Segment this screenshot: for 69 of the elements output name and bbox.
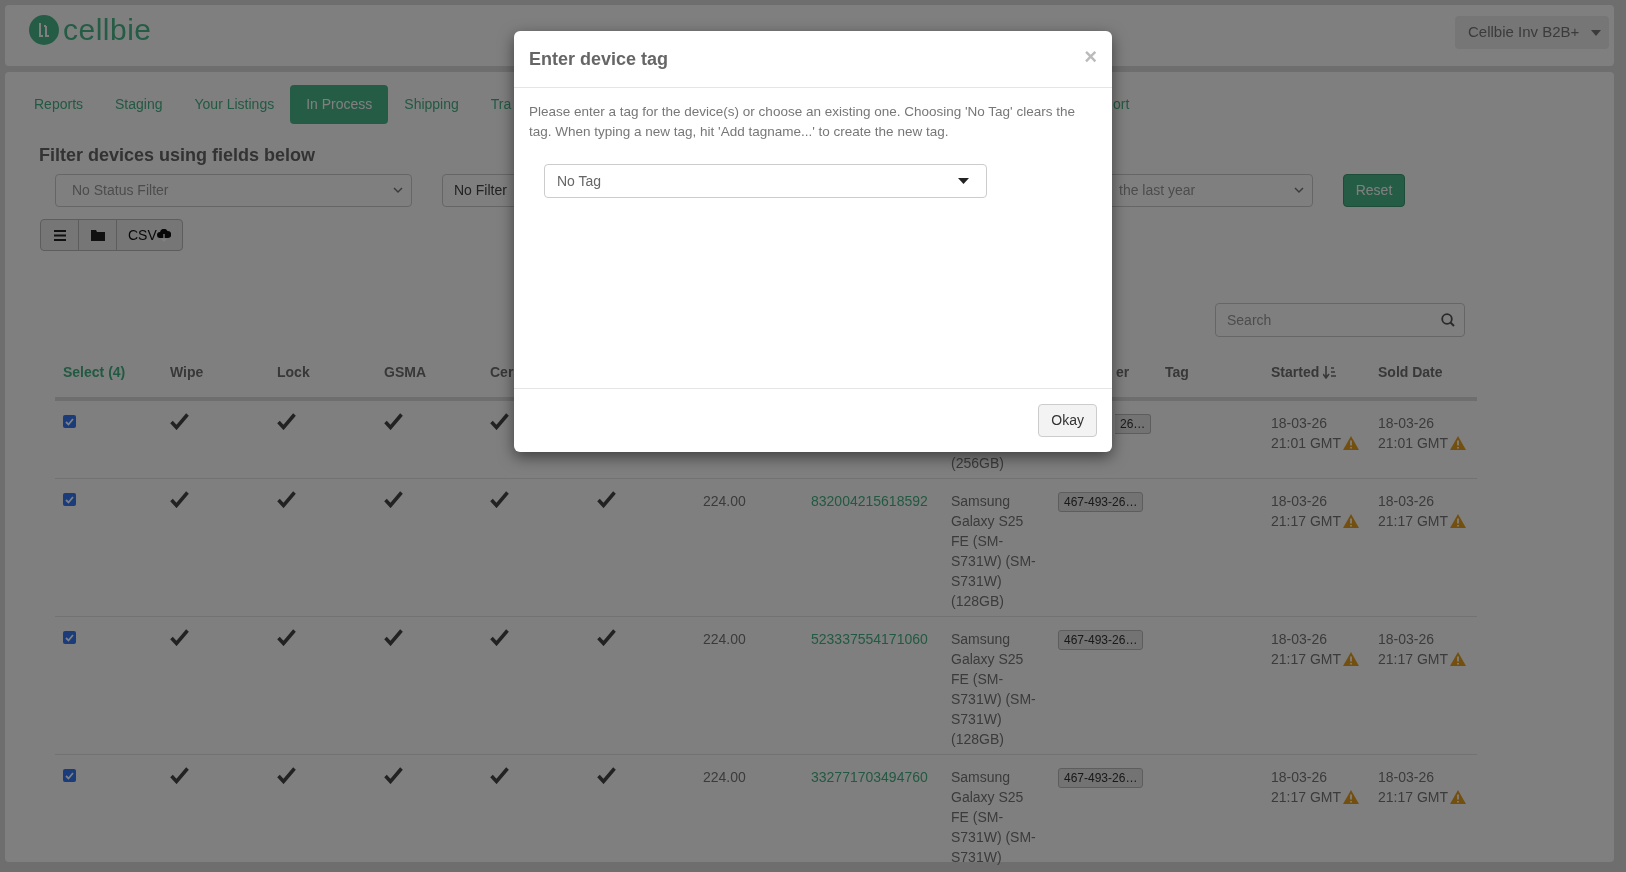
time-text: 21:01 GMT xyxy=(1378,435,1449,451)
time-text: 21:17 GMT xyxy=(1378,651,1449,667)
chevron-icon xyxy=(1294,187,1304,194)
date-text: 18-03-26 xyxy=(1271,630,1329,649)
logo-icon xyxy=(29,15,59,45)
okay-button[interactable]: Okay xyxy=(1038,404,1097,437)
model-text: Samsung Galaxy S25 FE (SM-S731W) (SM-S731W) xyxy=(951,768,1037,867)
column-header[interactable]: Select (4) xyxy=(63,362,126,383)
caret-icon xyxy=(958,178,969,184)
sort-icon[interactable] xyxy=(1323,366,1337,379)
row-checkbox[interactable] xyxy=(63,631,76,644)
nav-tab[interactable]: Staging xyxy=(99,85,179,124)
cloud-download-icon xyxy=(156,228,171,242)
column-header: Started xyxy=(1271,363,1320,382)
time-text: 21:17 GMT xyxy=(1271,513,1342,529)
model-text: (256GB) xyxy=(951,454,1005,473)
logo-text: cellbie xyxy=(63,15,152,45)
imei-link[interactable]: 523337554171060 xyxy=(811,631,928,647)
date-text: 18-03-26 xyxy=(1378,630,1436,649)
time-text: 21:17 GMT xyxy=(1271,789,1342,805)
date-text: 18-03-26 xyxy=(1378,492,1436,511)
reset-button[interactable]: Reset xyxy=(1343,174,1405,207)
date-text: 18-03-26 xyxy=(1378,414,1436,433)
modal-title: Enter device tag xyxy=(529,47,669,71)
tag-chip[interactable]: 467-493-26… xyxy=(1058,768,1144,788)
column-header: Wipe xyxy=(170,363,204,382)
date-text: 18-03-26 xyxy=(1378,768,1436,787)
filter-heading: Filter devices using fields below xyxy=(39,144,316,167)
menu-icon xyxy=(53,229,66,241)
account-dropdown[interactable]: Cellbie Inv B2B+ xyxy=(1455,16,1609,49)
imei-link[interactable]: 832004215618592 xyxy=(811,493,928,509)
price-text: 224.00 xyxy=(703,769,746,785)
time-text: 21:17 GMT xyxy=(1378,513,1449,529)
imei-link[interactable]: 332771703494760 xyxy=(811,769,928,785)
row-checkbox[interactable] xyxy=(63,493,76,506)
time-text: 21:01 GMT xyxy=(1271,435,1342,451)
time-text: 21:17 GMT xyxy=(1271,651,1342,667)
nav-tab[interactable]: Shipping xyxy=(388,85,475,124)
column-header: Lock xyxy=(277,363,310,382)
date-text: 18-03-26 xyxy=(1271,414,1329,433)
price-text: 224.00 xyxy=(703,631,746,647)
nav-tab[interactable]: In Process xyxy=(290,85,389,124)
nav-tab[interactable]: ort xyxy=(1113,85,1146,124)
model-text: Samsung Galaxy S25 FE (SM-S731W) (SM-S731W) (128GB) xyxy=(951,630,1037,749)
tag-select[interactable]: No Tag xyxy=(544,164,987,198)
search-icon xyxy=(1441,313,1455,327)
date-text: 18-03-26 xyxy=(1271,768,1329,787)
caret-icon xyxy=(1591,29,1601,36)
chevron-icon xyxy=(393,187,403,194)
time-text: 21:17 GMT xyxy=(1378,789,1449,805)
column-header: Cer xyxy=(490,363,514,382)
folder-icon xyxy=(90,229,105,241)
nav-tab[interactable]: Your Listings xyxy=(178,85,291,124)
tag-chip[interactable]: 26… xyxy=(1115,414,1152,434)
nav-tab[interactable]: Reports xyxy=(18,85,100,124)
nav-tab[interactable]: Tra xyxy=(474,85,528,124)
model-text: Samsung Galaxy S25 FE (SM-S731W) (SM-S731W) (128GB) xyxy=(951,492,1037,611)
row-checkbox[interactable] xyxy=(63,415,76,428)
tag-chip[interactable]: 467-493-26… xyxy=(1058,492,1144,512)
column-header: GSMA xyxy=(384,363,426,382)
row-checkbox[interactable] xyxy=(63,769,76,782)
tag-chip[interactable]: 467-493-26… xyxy=(1058,630,1144,650)
column-header: er xyxy=(1115,363,1130,382)
close-button[interactable]: × xyxy=(1084,46,1097,68)
date-text: 18-03-26 xyxy=(1271,492,1329,511)
price-text: 224.00 xyxy=(703,493,746,509)
column-header: Sold Date xyxy=(1378,363,1443,382)
column-header: Tag xyxy=(1165,363,1189,382)
modal-message: Please enter a tag for the device(s) or choose an existing one. Choosing 'No Tag' clears the tag. When typing a new tag, hit 'Add tagname...' to create the new tag. xyxy=(529,103,1076,141)
